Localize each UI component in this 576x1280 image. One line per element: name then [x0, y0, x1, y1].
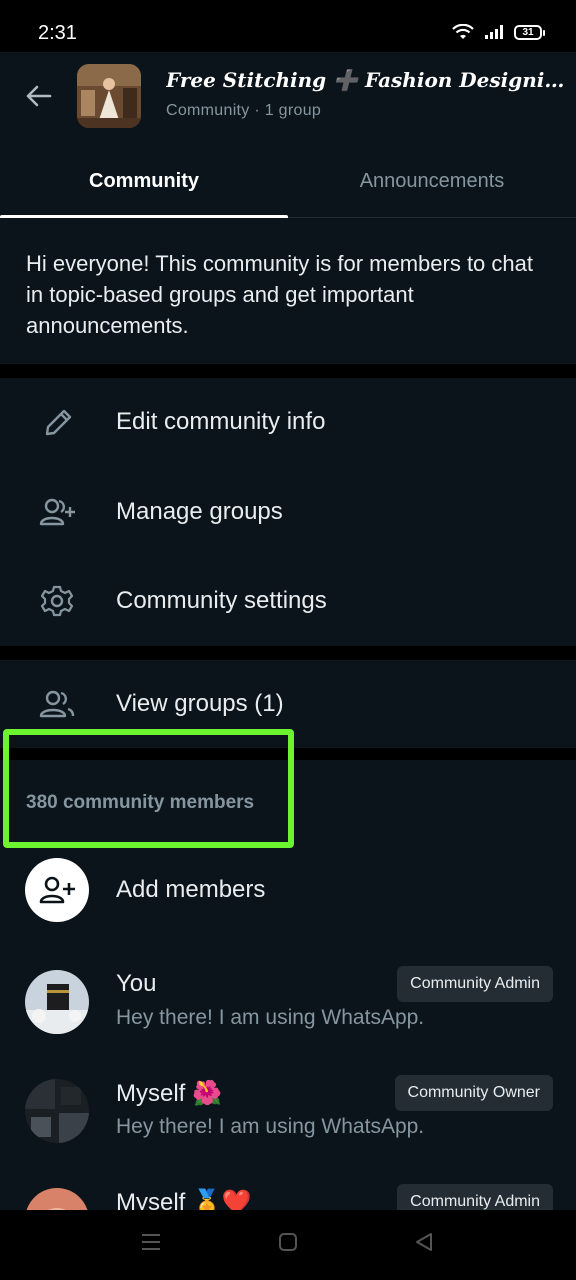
add-member-icon: [25, 858, 89, 922]
section-divider: [0, 364, 576, 378]
member-status: Hey there! I am using WhatsApp.: [116, 1006, 425, 1029]
member-avatar[interactable]: [25, 970, 89, 1034]
community-name[interactable]: Free Stitching ➕ Fashion Designing A…: [166, 68, 566, 92]
member-avatar[interactable]: [25, 1188, 89, 1210]
community-settings-item[interactable]: Community settings: [0, 557, 576, 646]
groups-icon: [39, 690, 75, 718]
home-icon[interactable]: [278, 1232, 298, 1252]
member-row[interactable]: Myself 🌺 Hey there! I am using WhatsApp.…: [0, 1075, 576, 1187]
manage-groups-item[interactable]: Manage groups: [0, 468, 576, 557]
group-add-icon: [39, 498, 75, 526]
wifi-icon: [452, 24, 474, 39]
back-icon[interactable]: [414, 1232, 434, 1252]
tab-announcements[interactable]: Announcements: [288, 144, 576, 218]
status-icons: 31: [452, 24, 545, 40]
view-groups-label: View groups (1): [116, 690, 284, 717]
tab-community-label: Community: [89, 169, 199, 192]
app-header: Free Stitching ➕ Fashion Designing A… Co…: [0, 52, 576, 144]
community-description: Hi everyone! This community is for membe…: [0, 218, 576, 364]
edit-community-info-label: Edit community info: [116, 408, 326, 435]
community-avatar[interactable]: [77, 64, 141, 128]
member-name: You: [116, 970, 157, 997]
gear-icon: [40, 585, 74, 617]
add-members-label: Add members: [116, 876, 266, 903]
member-avatar[interactable]: [25, 1079, 89, 1143]
section-divider: [0, 646, 576, 660]
member-status: Hey there! I am using WhatsApp.: [116, 1115, 425, 1138]
status-bar: 2:31 31: [0, 0, 576, 52]
system-nav-bar: [0, 1210, 576, 1280]
member-row[interactable]: You Hey there! I am using WhatsApp. Comm…: [0, 966, 576, 1078]
signal-icon: [485, 25, 503, 39]
member-role-badge: Community Owner: [394, 1075, 553, 1111]
menu-icon[interactable]: [141, 1232, 161, 1252]
tab-community[interactable]: Community: [0, 144, 288, 219]
highlight-annotation: [3, 729, 294, 848]
member-role-badge: Community Admin: [397, 966, 553, 1002]
pencil-icon: [45, 409, 72, 436]
tab-bar: Community Announcements: [0, 144, 576, 219]
member-role-badge: Community Admin: [397, 1184, 553, 1210]
add-members-button[interactable]: Add members: [0, 850, 576, 930]
community-settings-label: Community settings: [116, 587, 327, 614]
member-name: Myself 🏅❤️: [116, 1189, 252, 1210]
manage-groups-label: Manage groups: [116, 498, 283, 525]
member-row[interactable]: Myself 🏅❤️ Community Admin: [0, 1184, 576, 1210]
status-time: 2:31: [38, 22, 77, 44]
member-name: Myself 🌺: [116, 1080, 222, 1107]
community-subtitle: Community · 1 group: [166, 102, 322, 119]
back-arrow-icon[interactable]: [22, 80, 54, 112]
battery-icon: 31: [514, 24, 545, 40]
edit-community-info-item[interactable]: Edit community info: [0, 378, 576, 467]
tab-announcements-label: Announcements: [359, 169, 505, 192]
community-menu: Edit community info Manage groups Commun…: [0, 378, 576, 646]
